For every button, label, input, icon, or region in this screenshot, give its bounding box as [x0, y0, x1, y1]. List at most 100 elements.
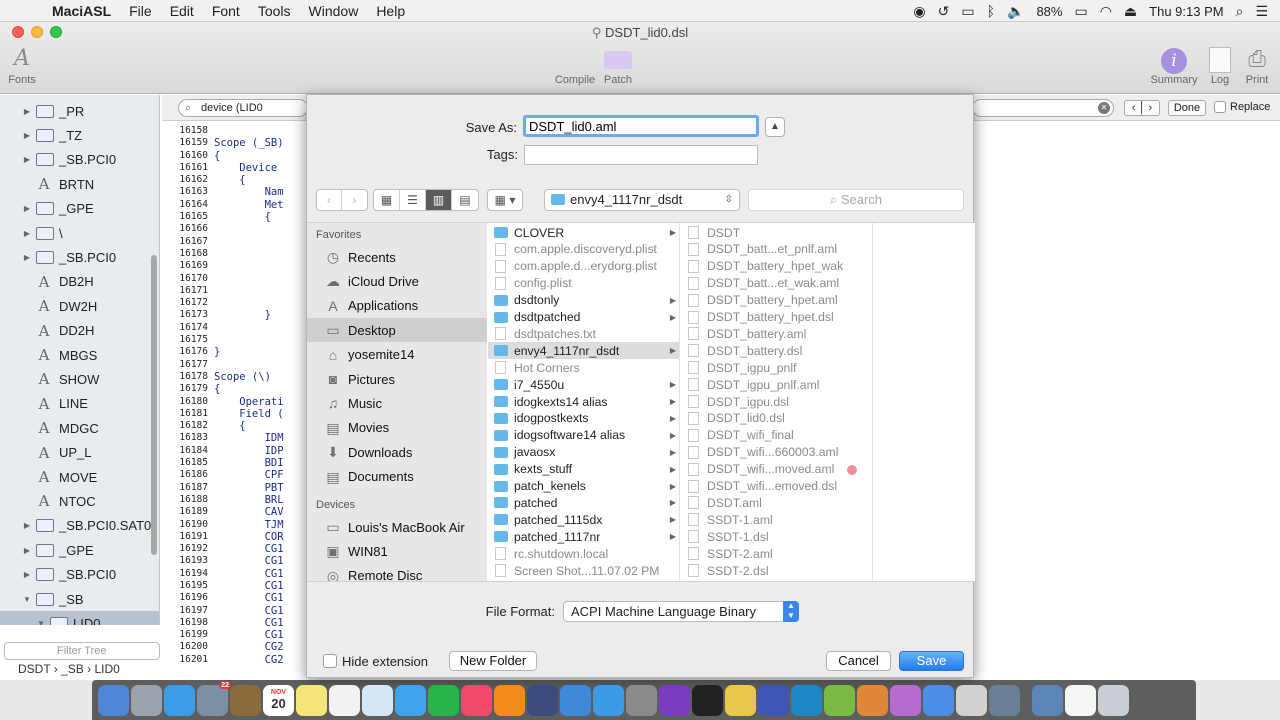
file-row[interactable]: DSDT_battery_hpet_wak [681, 258, 872, 275]
tree-row[interactable]: A LINE [0, 392, 159, 416]
facetime-icon[interactable] [428, 684, 459, 716]
volume-icon[interactable]: 🔈 [1007, 3, 1024, 20]
safari-icon[interactable] [164, 684, 195, 716]
photos-icon[interactable]: 22 [197, 681, 231, 716]
sidebar-item[interactable]: ▭ Desktop [307, 318, 487, 343]
battery-icon[interactable]: ▭ [1074, 3, 1087, 20]
file-row[interactable]: SSDT-2.dsl [681, 562, 872, 579]
file-row[interactable]: Hot Corners [488, 359, 679, 376]
file-row[interactable]: idogpostkexts ▶ [488, 410, 679, 427]
messages-icon[interactable] [395, 684, 426, 716]
record-icon[interactable]: ◉ [913, 3, 925, 20]
replace-checkbox[interactable] [1214, 101, 1226, 113]
file-row[interactable]: idogkexts14 alias ▶ [488, 393, 679, 410]
file-row[interactable]: DSDT_battery.aml [681, 325, 872, 342]
preview-icon[interactable] [362, 684, 393, 716]
disclosure-closed-icon[interactable]: ▶ [22, 107, 32, 116]
sidebar-item[interactable]: ◎ Remote Disc [307, 564, 487, 581]
reminders-icon[interactable] [329, 684, 360, 716]
file-row[interactable]: DSDT [681, 224, 872, 241]
tree-row[interactable]: A NTOC [0, 489, 159, 513]
forward-button[interactable]: › [342, 190, 367, 210]
sidebar-item[interactable]: ♫ Music [307, 391, 487, 415]
disclosure-closed-icon[interactable]: ▶ [22, 204, 32, 213]
arrange-menu-button[interactable]: ▦ ▾ [487, 189, 523, 211]
tree-row[interactable]: ▼ _SB [0, 587, 159, 611]
find-prev-next[interactable]: ‹ │ › [1124, 100, 1160, 116]
file-row[interactable]: Screen Shot...11.07.02 PM [488, 562, 679, 579]
new-folder-button[interactable]: New Folder [449, 651, 537, 671]
menu-edit[interactable]: Edit [170, 3, 194, 19]
tree-row[interactable]: A DW2H [0, 294, 159, 318]
save-button[interactable]: Save [899, 651, 964, 671]
tree-scrollbar[interactable] [151, 255, 157, 555]
file-row[interactable]: com.apple.d...erydorg.plist [488, 258, 679, 275]
file-row[interactable]: dsdtpatched ▶ [488, 309, 679, 326]
sidebar-item[interactable]: ◷ Recents [307, 245, 487, 269]
calendar-icon[interactable]: NOV 20 [263, 684, 294, 716]
tree-row[interactable]: A UP_L [0, 441, 159, 465]
sidebar-item[interactable]: ▤ Documents [307, 465, 487, 489]
log-button[interactable]: Log [1206, 44, 1234, 86]
disclosure-closed-icon[interactable]: ▶ [22, 155, 32, 164]
menu-window[interactable]: Window [309, 3, 359, 19]
tree-row[interactable]: A MBGS [0, 343, 159, 367]
tree-row[interactable]: ▶ _SB.PCI0.SAT0 [0, 514, 159, 538]
list-view-icon[interactable]: ☰ [400, 190, 426, 210]
file-row[interactable]: DSDT_battery_hpet.dsl [681, 309, 872, 326]
tool-app-icon[interactable] [857, 684, 888, 716]
tree-row[interactable]: ▶ _TZ [0, 123, 159, 147]
ibooks-icon[interactable] [494, 684, 525, 716]
applications-stack-icon[interactable] [1032, 684, 1063, 716]
tree-row[interactable]: ▶ \ [0, 221, 159, 245]
file-row[interactable]: DSDT_wifi_final [681, 427, 872, 444]
icon-view-icon[interactable]: ▦ [374, 190, 400, 210]
disclosure-closed-icon[interactable]: ▶ [22, 131, 32, 140]
sidebar-item[interactable]: ◙ Pictures [307, 367, 487, 391]
file-row[interactable]: patch_kenels ▶ [488, 478, 679, 495]
imovie-icon[interactable] [659, 684, 690, 716]
activity-monitor-icon[interactable] [560, 684, 591, 716]
sidebar-item[interactable]: ☁ iCloud Drive [307, 269, 487, 293]
disclosure-open-icon[interactable]: ▼ [22, 595, 32, 604]
tree-row[interactable]: ▶ _GPE [0, 197, 159, 221]
clear-search-icon[interactable]: ✕ [1098, 102, 1110, 114]
tags-input[interactable] [524, 145, 758, 165]
app-store-icon[interactable] [593, 684, 624, 716]
tree-row[interactable]: ▶ _SB.PCI0 [0, 148, 159, 172]
archive-utility-icon[interactable] [956, 684, 987, 716]
tree-row[interactable]: ▶ _SB.PCI0 [0, 245, 159, 269]
file-row[interactable]: javaosx ▶ [488, 444, 679, 461]
disclosure-closed-icon[interactable]: ▶ [22, 253, 32, 262]
launchpad-icon[interactable] [131, 684, 162, 716]
print-button[interactable]: ⎙ Print [1240, 44, 1274, 86]
globe-app-icon[interactable] [758, 684, 789, 716]
tree-row[interactable]: A BRTN [0, 172, 159, 196]
xcode-icon[interactable] [989, 684, 1020, 716]
fonts-button[interactable]: A Fonts [6, 44, 38, 86]
contacts-icon[interactable] [230, 684, 261, 716]
sidebar-item[interactable]: ⬇ Downloads [307, 440, 487, 464]
file-row[interactable]: DSDT_lid0.dsl [681, 410, 872, 427]
file-row[interactable]: config.plist [488, 275, 679, 292]
file-row[interactable]: DSDT_batt...et_pnlf.aml [681, 241, 872, 258]
network-icon[interactable] [791, 684, 822, 716]
location-popup[interactable]: envy4_1117nr_dsdt ⇳ [544, 189, 740, 211]
column-view-icon[interactable]: ▥ [426, 190, 452, 210]
file-row[interactable]: SSDT-2.aml [681, 545, 872, 562]
airplay-icon[interactable]: ▭ [961, 3, 974, 20]
file-row[interactable]: SSDT-1.dsl [681, 528, 872, 545]
file-row[interactable]: idogsoftware14 alias ▶ [488, 427, 679, 444]
file-row[interactable]: SSDT-1.aml [681, 511, 872, 528]
chevron-left-icon[interactable]: ‹ [1132, 102, 1136, 114]
file-row[interactable]: DSDT.aml [681, 494, 872, 511]
tree-row[interactable]: ▶ _SB.PCI0 [0, 563, 159, 587]
save-as-input[interactable] [523, 115, 759, 137]
chrome-icon[interactable] [923, 684, 954, 716]
file-row[interactable]: patched ▶ [488, 494, 679, 511]
finder-icon[interactable] [98, 684, 129, 716]
chevron-right-icon[interactable]: › [1149, 102, 1153, 114]
utility-icon[interactable] [725, 684, 756, 716]
file-row[interactable]: DSDT_battery.dsl [681, 342, 872, 359]
file-row[interactable]: DSDT_igpu_pnlf [681, 359, 872, 376]
